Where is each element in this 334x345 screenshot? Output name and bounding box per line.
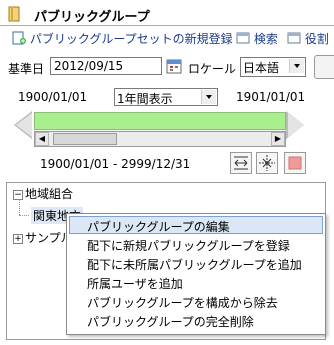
scroll-right-icon[interactable]: ▶ xyxy=(271,132,285,146)
menu-item-register-child[interactable]: 配下に新規パブリックグループを登録 xyxy=(87,237,290,254)
tree-node-root[interactable]: − 地域組合 xyxy=(13,185,73,202)
title-divider xyxy=(0,25,334,26)
collapse-timeline-button[interactable] xyxy=(256,152,278,174)
apply-button[interactable] xyxy=(314,55,334,79)
period-value: 1年間表示 xyxy=(117,92,173,106)
chevron-down-icon xyxy=(201,90,216,104)
search-window-icon xyxy=(236,31,250,48)
menu-item-edit[interactable]: パブリックグループの編集 xyxy=(87,218,230,235)
stop-icon xyxy=(288,156,302,170)
expand-icon[interactable]: + xyxy=(13,233,23,244)
new-set-label: パブリックグループセットの新規登録 xyxy=(29,32,233,46)
new-set-button[interactable]: パブリックグループセットの新規登録 xyxy=(12,30,233,48)
timeline-next-button[interactable] xyxy=(288,113,304,137)
timeline-range: 1900/01/01 - 2999/12/31 xyxy=(40,157,191,171)
locale-value: 日本語 xyxy=(243,61,280,75)
role-window-icon xyxy=(287,31,301,48)
locale-select[interactable]: 日本語 xyxy=(240,57,306,77)
collapse-arrows-icon xyxy=(259,155,275,171)
role-label: 役割 xyxy=(304,32,329,46)
menu-item-remove-from-structure[interactable]: パブリックグループを構成から除去 xyxy=(87,294,278,311)
timeline-end-date: 1901/01/01 xyxy=(236,90,306,104)
expand-timeline-button[interactable] xyxy=(230,152,252,174)
timeline-bar[interactable] xyxy=(34,112,286,130)
chevron-down-icon xyxy=(289,59,304,73)
tree-node-root-label: 地域組合 xyxy=(25,187,74,201)
search-label: 検索 xyxy=(253,32,278,46)
menu-item-delete[interactable]: パブリックグループの完全削除 xyxy=(87,313,254,330)
page-title: パブリックグループ xyxy=(34,10,150,25)
search-button[interactable]: 検索 xyxy=(236,30,278,48)
base-date-input[interactable]: 2012/09/15 xyxy=(50,57,162,75)
base-date-label: 基準日 xyxy=(8,62,45,76)
period-select[interactable]: 1年間表示 xyxy=(114,88,218,106)
collapse-icon[interactable]: − xyxy=(13,189,23,200)
locale-label: ロケール xyxy=(188,62,237,76)
scroll-left-icon[interactable]: ◀ xyxy=(35,132,49,146)
calendar-icon[interactable] xyxy=(166,58,182,77)
scrollbar-thumb[interactable] xyxy=(53,133,117,145)
tree-node-sample[interactable]: + サンプル xyxy=(13,229,73,246)
timeline-scrollbar[interactable]: ◀ ▶ xyxy=(34,131,286,147)
clear-button[interactable] xyxy=(284,152,306,174)
tree-connector xyxy=(19,215,29,217)
context-menu[interactable]: パブリックグループの編集 配下に新規パブリックグループを登録 配下に未所属パブリ… xyxy=(66,213,326,335)
timeline-prev-button[interactable] xyxy=(16,113,32,137)
new-document-icon xyxy=(12,31,26,48)
menu-item-add-unassigned[interactable]: 配下に未所属パブリックグループを追加 xyxy=(87,256,302,273)
timeline-start-date: 1900/01/01 xyxy=(18,90,88,104)
role-button[interactable]: 役割 xyxy=(287,30,329,48)
menu-item-add-user[interactable]: 所属ユーザを追加 xyxy=(87,275,183,292)
book-icon xyxy=(8,6,20,22)
tree-connector xyxy=(19,199,21,215)
expand-arrows-icon xyxy=(234,156,248,170)
